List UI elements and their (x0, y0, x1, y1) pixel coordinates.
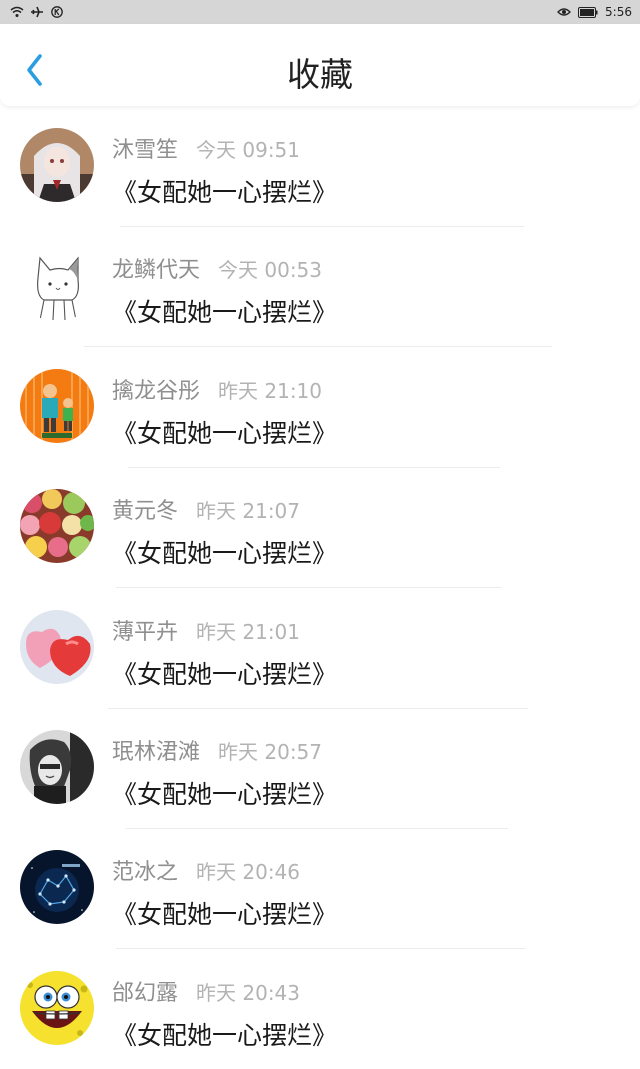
list-item[interactable]: 邰幻露 昨天 20:43 《女配她一心摆烂》 (0, 949, 640, 1069)
status-left-icons (10, 6, 64, 18)
avatar[interactable] (20, 970, 94, 1045)
avatar[interactable] (20, 489, 94, 564)
avatar[interactable] (20, 248, 94, 323)
meta-line: 黄元冬 昨天 21:07 (112, 493, 301, 525)
constellation-avatar (20, 850, 94, 925)
book-title: 《女配她一心摆烂》 (112, 779, 338, 809)
user-name: 薄平卉 (112, 619, 179, 645)
wifi-icon (10, 6, 24, 17)
status-right-icons: 5:56 (557, 5, 632, 19)
post-time: 今天 09:51 (196, 138, 301, 162)
header-bar: 收藏 (0, 24, 640, 106)
eye-icon (557, 8, 571, 16)
list-item[interactable]: 龙鳞代天 今天 00:53 《女配她一心摆烂》 (0, 226, 640, 348)
meta-line: 擒龙谷彤 昨天 21:10 (112, 373, 323, 404)
book-title: 《女配她一心摆烂》 (112, 1020, 338, 1050)
book-title: 《女配她一心摆烂》 (112, 659, 338, 689)
post-time: 昨天 20:57 (218, 739, 323, 764)
post-time: 昨天 21:01 (196, 619, 301, 644)
cartoon-family-avatar (20, 368, 94, 443)
battery-icon (578, 6, 598, 18)
user-name: 龙鳞代天 (112, 258, 201, 284)
cat-sketch-avatar (20, 248, 94, 323)
meta-line: 邰幻露 昨天 20:43 (112, 975, 301, 1006)
book-title: 《女配她一心摆烂》 (112, 298, 338, 328)
post-time: 今天 00:53 (218, 258, 323, 283)
meta-line: 龙鳞代天 今天 00:53 (112, 252, 323, 284)
meta-line: 范冰之 昨天 20:46 (112, 854, 301, 886)
sponge-face-avatar (20, 970, 94, 1045)
post-time: 昨天 20:43 (196, 980, 301, 1005)
list-item[interactable]: 薄平卉 昨天 21:01 《女配她一心摆烂》 (0, 588, 640, 709)
post-time: 昨天 21:10 (218, 378, 323, 403)
avatar[interactable] (20, 368, 94, 443)
status-time: 5:56 (605, 5, 632, 19)
meta-line: 沐雪笙 今天 09:51 (112, 132, 301, 163)
meta-line: 珉林涒滩 昨天 20:57 (112, 734, 323, 765)
list-item[interactable]: 珉林涒滩 昨天 20:57 《女配她一心摆烂》 (0, 708, 640, 829)
book-title: 《女配她一心摆烂》 (112, 418, 338, 448)
post-time: 昨天 21:07 (196, 499, 301, 524)
post-time: 昨天 20:46 (196, 860, 301, 885)
favorites-list: 沐雪笙 今天 09:51 《女配她一心摆烂》 龙鳞代天 今天 00:53 《女配… (0, 106, 640, 1069)
list-item[interactable]: 擒龙谷彤 昨天 21:10 《女配她一心摆烂》 (0, 347, 640, 468)
page-title: 收藏 (287, 55, 353, 94)
anime-girl-avatar (20, 128, 94, 202)
book-title: 《女配她一心摆烂》 (112, 539, 338, 569)
user-name: 珉林涒滩 (112, 739, 201, 765)
user-name: 范冰之 (112, 860, 179, 886)
user-name: 擒龙谷彤 (112, 378, 201, 404)
k-icon (51, 6, 63, 18)
list-item[interactable]: 黄元冬 昨天 21:07 《女配她一心摆烂》 (0, 467, 640, 589)
avatar[interactable] (20, 609, 94, 684)
meta-line: 薄平卉 昨天 21:01 (112, 614, 301, 645)
avatar[interactable] (20, 128, 94, 202)
list-item[interactable]: 沐雪笙 今天 09:51 《女配她一心摆烂》 (0, 106, 640, 227)
avatar[interactable] (20, 729, 94, 804)
user-name: 沐雪笙 (112, 138, 179, 163)
candy-avatar (20, 489, 94, 564)
user-name: 邰幻露 (112, 980, 179, 1006)
avatar[interactable] (20, 850, 94, 925)
book-title: 《女配她一心摆烂》 (112, 900, 338, 930)
heart-avatar (20, 609, 94, 684)
status-bar: 5:56 (0, 0, 640, 24)
bw-portrait-avatar (20, 729, 94, 804)
airplane-icon (31, 6, 43, 18)
book-title: 《女配她一心摆烂》 (112, 178, 338, 207)
user-name: 黄元冬 (112, 499, 179, 525)
list-item[interactable]: 范冰之 昨天 20:46 《女配她一心摆烂》 (0, 828, 640, 950)
